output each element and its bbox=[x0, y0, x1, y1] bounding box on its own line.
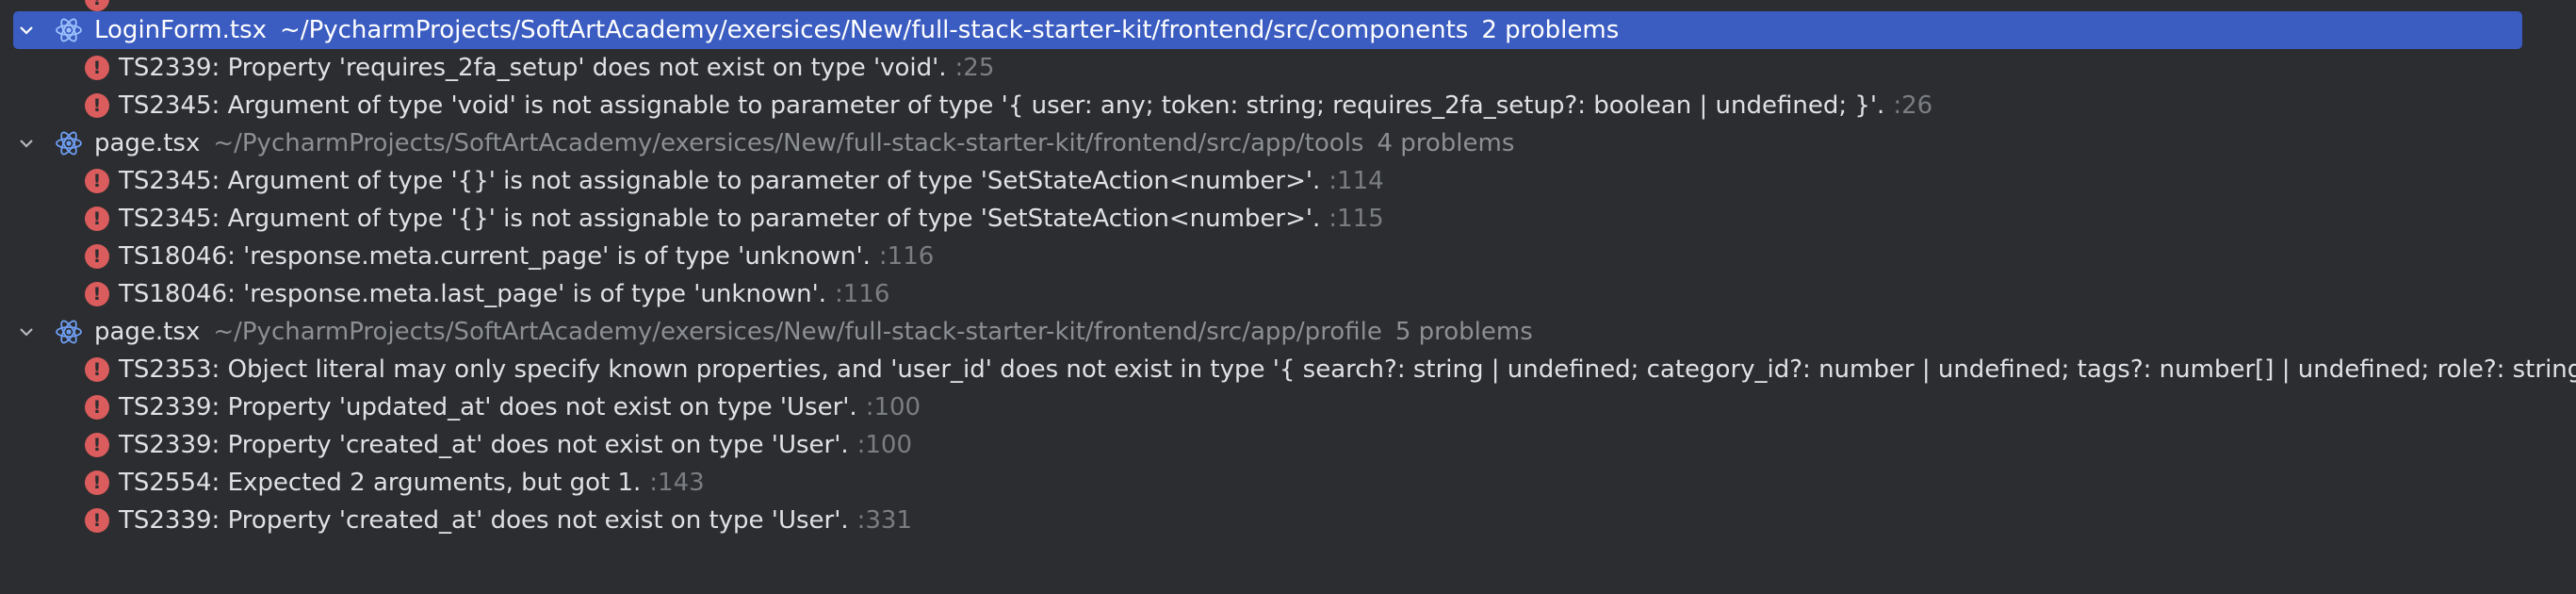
error-icon: ! bbox=[85, 0, 109, 11]
problem-line: :143 bbox=[649, 469, 705, 497]
problem-row[interactable]: ! TS2339: Property 'updated_at' does not… bbox=[0, 388, 2576, 426]
error-icon: ! bbox=[85, 56, 109, 80]
problem-message: TS2339: Property 'created_at' does not e… bbox=[119, 506, 849, 535]
problem-message: TS2339: Property 'created_at' does not e… bbox=[119, 431, 849, 459]
error-icon: ! bbox=[85, 395, 109, 420]
problem-message: TS2339: Property 'updated_at' does not e… bbox=[119, 393, 857, 421]
problem-count: 5 problems bbox=[1394, 318, 1533, 346]
problem-line: :116 bbox=[835, 280, 890, 308]
file-node-profile-page[interactable]: page.tsx ~/PycharmProjects/SoftArtAcadem… bbox=[0, 313, 2576, 351]
problems-panel: ! LoginForm.tsx ~/PycharmProjects/SoftAr… bbox=[0, 0, 2576, 594]
react-file-icon bbox=[55, 16, 83, 44]
problem-line: :26 bbox=[1893, 91, 1933, 120]
problem-message: TS2554: Expected 2 arguments, but got 1. bbox=[119, 469, 642, 497]
problem-row[interactable]: ! TS2339: Property 'created_at' does not… bbox=[0, 502, 2576, 539]
problem-line: :115 bbox=[1329, 205, 1384, 233]
problem-line: :25 bbox=[954, 54, 995, 82]
problem-row[interactable]: ! TS2353: Object literal may only specif… bbox=[0, 351, 2576, 388]
react-file-icon bbox=[55, 129, 83, 157]
problem-row[interactable]: ! TS2554: Expected 2 arguments, but got … bbox=[0, 464, 2576, 502]
problem-message: TS18046: 'response.meta.current_page' is… bbox=[119, 242, 871, 271]
problem-message: TS18046: 'response.meta.last_page' is of… bbox=[119, 280, 826, 308]
error-icon: ! bbox=[85, 357, 109, 382]
error-icon: ! bbox=[85, 470, 109, 495]
error-icon: ! bbox=[85, 206, 109, 231]
chevron-down-icon[interactable] bbox=[17, 21, 36, 40]
problem-message: TS2353: Object literal may only specify … bbox=[119, 355, 2576, 384]
problem-row[interactable]: ! TS2339: Property 'requires_2fa_setup' … bbox=[0, 49, 2576, 87]
file-path: ~/PycharmProjects/SoftArtAcademy/exersic… bbox=[280, 16, 1469, 44]
chevron-down-icon[interactable] bbox=[17, 322, 36, 341]
file-name: page.tsx bbox=[94, 318, 201, 346]
problem-row[interactable]: ! TS18046: 'response.meta.last_page' is … bbox=[0, 275, 2576, 313]
problem-message: TS2345: Argument of type 'void' is not a… bbox=[119, 91, 1885, 120]
react-file-icon bbox=[55, 318, 83, 346]
problem-message: TS2345: Argument of type '{}' is not ass… bbox=[119, 167, 1321, 195]
error-icon: ! bbox=[85, 169, 109, 193]
file-node-loginform[interactable]: LoginForm.tsx ~/PycharmProjects/SoftArtA… bbox=[13, 11, 2522, 49]
file-path: ~/PycharmProjects/SoftArtAcademy/exersic… bbox=[213, 129, 1364, 157]
error-icon: ! bbox=[85, 93, 109, 118]
file-name: LoginForm.tsx bbox=[94, 16, 268, 44]
error-icon: ! bbox=[85, 508, 109, 533]
file-path: ~/PycharmProjects/SoftArtAcademy/exersic… bbox=[213, 318, 1382, 346]
problem-message: TS2345: Argument of type '{}' is not ass… bbox=[119, 205, 1321, 233]
problem-message: TS2339: Property 'requires_2fa_setup' do… bbox=[119, 54, 947, 82]
problem-row[interactable]: ! TS2345: Argument of type '{}' is not a… bbox=[0, 162, 2576, 200]
file-node-tools-page[interactable]: page.tsx ~/PycharmProjects/SoftArtAcadem… bbox=[0, 124, 2576, 162]
problem-row[interactable]: ! TS2339: Property 'created_at' does not… bbox=[0, 426, 2576, 464]
problem-count: 4 problems bbox=[1377, 129, 1515, 157]
problem-line: :114 bbox=[1329, 167, 1384, 195]
problem-row[interactable]: ! TS18046: 'response.meta.current_page' … bbox=[0, 238, 2576, 275]
problem-line: :100 bbox=[865, 393, 921, 421]
error-icon: ! bbox=[85, 244, 109, 269]
chevron-down-icon[interactable] bbox=[17, 134, 36, 153]
problem-count: 2 problems bbox=[1481, 16, 1620, 44]
problem-row[interactable]: ! TS2345: Argument of type 'void' is not… bbox=[0, 87, 2576, 124]
problem-row[interactable]: ! TS2345: Argument of type '{}' is not a… bbox=[0, 200, 2576, 238]
problem-line: :331 bbox=[856, 506, 913, 535]
error-icon: ! bbox=[85, 433, 109, 457]
problem-line: :116 bbox=[878, 242, 935, 271]
file-name: page.tsx bbox=[94, 129, 201, 157]
problem-line: :100 bbox=[856, 431, 913, 459]
error-icon: ! bbox=[85, 282, 109, 306]
